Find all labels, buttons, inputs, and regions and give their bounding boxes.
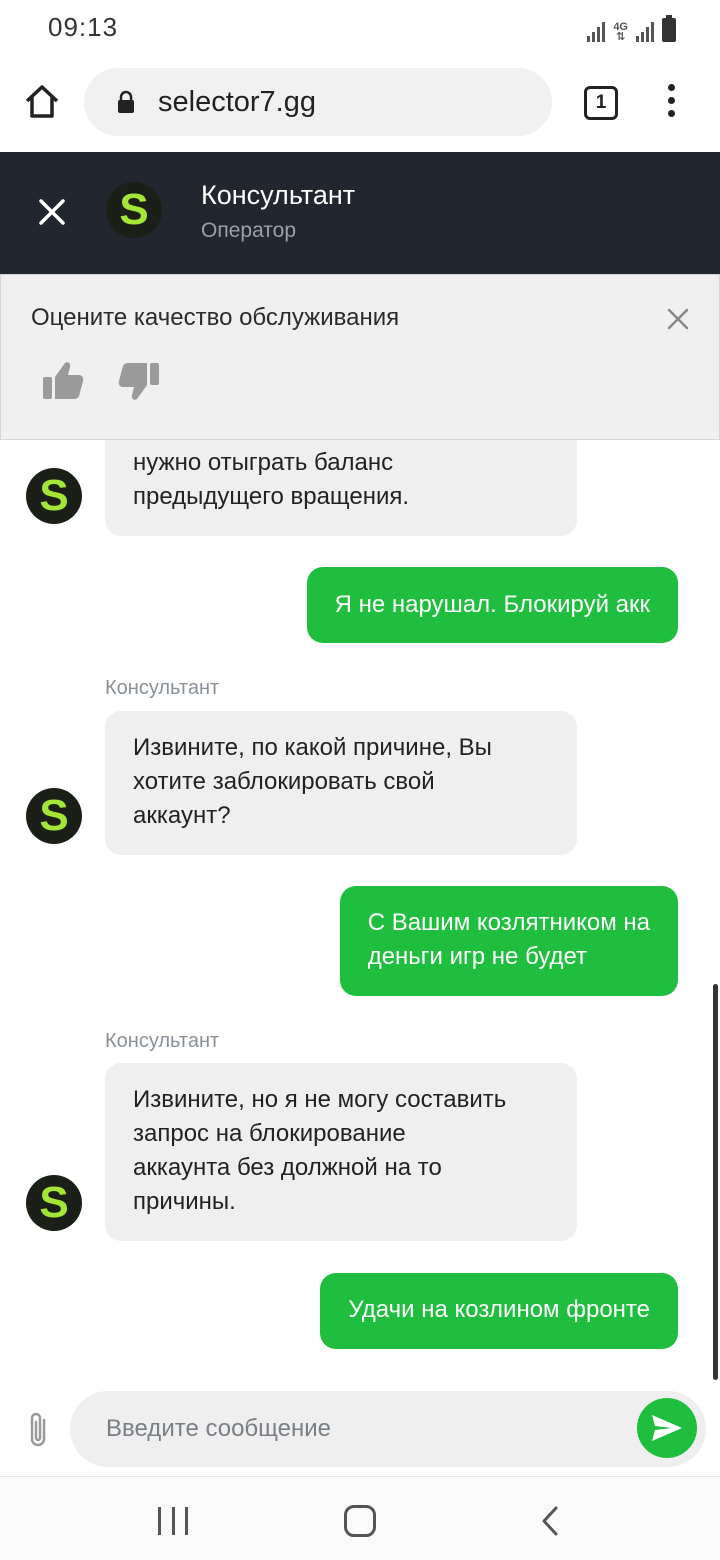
close-icon[interactable] <box>32 192 72 232</box>
network-type-icon: 4G ⇅ <box>613 21 628 43</box>
message-line: деньги игр не будет <box>367 943 588 970</box>
chat-header: S Консультант Оператор <box>0 152 720 274</box>
close-icon[interactable] <box>665 306 691 332</box>
url-text: selector7.gg <box>158 86 316 118</box>
user-message: Удачи на козлином фронте <box>320 1273 678 1349</box>
tabs-icon[interactable]: 1 <box>584 86 618 120</box>
agent-message: Извините, но я не могу составить запрос … <box>105 1063 577 1241</box>
message-input[interactable] <box>70 1391 706 1467</box>
composer <box>0 1380 720 1476</box>
message-line: Извините, но я не могу составить <box>133 1086 507 1113</box>
avatar-letter: S <box>39 471 69 520</box>
operator-avatar: S <box>106 182 162 238</box>
browser-toolbar: selector7.gg 1 <box>0 56 720 152</box>
agent-avatar: S <box>26 1175 82 1231</box>
operator-name: Консультант <box>201 180 356 210</box>
lock-icon <box>118 90 134 113</box>
agent-avatar: S <box>26 468 82 524</box>
signal-icon-2 <box>636 20 654 42</box>
scrollbar[interactable] <box>713 984 718 1380</box>
message-line: предыдущего вращения. <box>133 483 410 510</box>
agent-avatar: S <box>26 788 82 844</box>
message-line: аккаунта без должной на то <box>133 1154 442 1181</box>
send-icon <box>652 1415 682 1441</box>
avatar-letter: S <box>119 185 149 234</box>
message-line: аккаунт? <box>133 802 231 829</box>
message-line: нужно отыграть баланс <box>133 449 394 476</box>
user-message: Я не нарушал. Блокируй акк <box>306 567 678 643</box>
home-icon[interactable] <box>22 82 62 122</box>
send-button[interactable] <box>637 1398 697 1458</box>
message-line: Я не нарушал. Блокируй акк <box>334 591 650 618</box>
avatar-letter: S <box>39 791 69 840</box>
message-list: нужно отыграть баланс предыдущего вращен… <box>0 440 720 1380</box>
signal-icon <box>587 20 606 42</box>
home-nav-icon[interactable] <box>344 1505 376 1537</box>
message-line: причины. <box>133 1188 236 1215</box>
status-time: 09:13 <box>48 12 119 42</box>
message-line: Удачи на козлином фронте <box>348 1296 650 1323</box>
avatar-letter: S <box>39 1178 69 1227</box>
message-line: С Вашим козлятником на <box>367 909 650 936</box>
operator-role: Оператор <box>201 219 297 242</box>
agent-message: Извините, по какой причине, Вы хотите за… <box>105 711 577 855</box>
system-nav-bar <box>0 1476 720 1560</box>
message-line: хотите заблокировать свой <box>133 768 435 795</box>
thumbs-down-icon[interactable] <box>117 361 161 403</box>
address-bar[interactable]: selector7.gg <box>84 68 552 136</box>
user-message: С Вашим козлятником на деньги игр не буд… <box>339 886 678 996</box>
agent-message: нужно отыграть баланс предыдущего вращен… <box>105 440 577 536</box>
sender-name: Консультант <box>105 1030 220 1052</box>
rating-title: Оцените качество обслуживания <box>31 304 400 331</box>
recent-apps-icon[interactable] <box>158 1507 188 1535</box>
message-line: Извините, по какой причине, Вы <box>133 734 492 761</box>
message-line: запрос на блокирование <box>133 1120 406 1147</box>
rating-panel: Оцените качество обслуживания <box>0 274 720 440</box>
battery-icon <box>662 15 676 42</box>
status-bar: 09:13 4G ⇅ <box>0 0 720 56</box>
thumbs-up-icon[interactable] <box>41 359 85 401</box>
sender-name: Консультант <box>105 677 220 699</box>
paperclip-icon[interactable] <box>24 1410 52 1450</box>
back-icon[interactable] <box>536 1505 564 1537</box>
status-icons: 4G ⇅ <box>587 14 676 43</box>
more-vert-icon[interactable] <box>662 84 680 124</box>
